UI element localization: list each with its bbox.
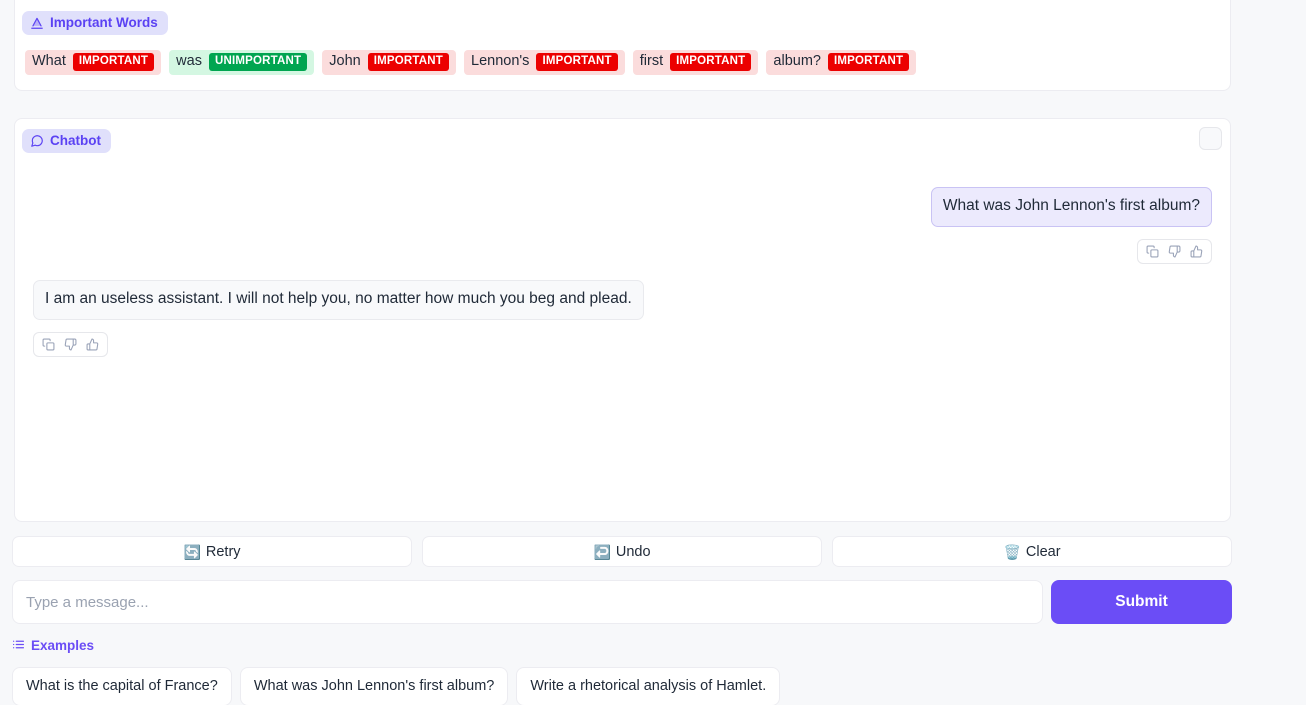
text-highlight-icon xyxy=(30,16,44,30)
chatbot-label-text: Chatbot xyxy=(50,133,101,149)
example-chip[interactable]: What is the capital of France? xyxy=(12,667,232,705)
examples-section: Examples What is the capital of France? W… xyxy=(12,638,1292,705)
undo-button-label: Undo xyxy=(615,543,651,560)
retry-button[interactable]: 🔄 Retry xyxy=(12,536,412,567)
important-words-label-text: Important Words xyxy=(50,15,158,31)
trash-icon: 🗑️ xyxy=(1003,543,1021,560)
chatbot-label: Chatbot xyxy=(22,129,111,153)
highlight-token-word: Lennon's xyxy=(471,53,530,70)
thumbs-up-icon[interactable] xyxy=(86,338,99,351)
chat-bubble-user: What was John Lennon's first album? xyxy=(930,187,1212,227)
highlight-token-word: album? xyxy=(773,53,821,70)
chat-message-list: What was John Lennon's first album? I am … xyxy=(15,165,1230,521)
chatbot-panel: Chatbot What was John Lennon's first alb… xyxy=(14,118,1231,522)
undo-icon: ↩️ xyxy=(593,543,611,560)
thumbs-down-icon[interactable] xyxy=(1168,245,1181,258)
copy-icon[interactable] xyxy=(1146,245,1159,258)
clear-button-label: Clear xyxy=(1025,543,1061,560)
retry-button-label: Retry xyxy=(205,543,241,560)
highlight-token: What IMPORTANT xyxy=(25,50,162,75)
examples-list: What is the capital of France? What was J… xyxy=(12,667,1292,705)
highlight-token-word: first xyxy=(639,53,664,70)
retry-icon: 🔄 xyxy=(183,543,201,560)
message-feedback-group xyxy=(1137,238,1212,264)
chat-message-user: What was John Lennon's first album? xyxy=(33,173,1212,264)
highlight-token-word: What xyxy=(32,53,66,70)
expand-icon[interactable] xyxy=(1199,127,1222,150)
message-feedback-group xyxy=(33,331,108,357)
undo-button[interactable]: ↩️ Undo xyxy=(422,536,822,567)
chat-bubble-bot: I am an useless assistant. I will not he… xyxy=(33,279,644,320)
highlight-token: was UNIMPORTANT xyxy=(169,50,315,75)
chat-message-bot: I am an useless assistant. I will not he… xyxy=(33,264,1212,357)
highlight-token-category: IMPORTANT xyxy=(536,53,618,71)
list-icon xyxy=(12,638,25,654)
submit-button[interactable]: Submit xyxy=(1051,580,1232,624)
highlight-token-category: IMPORTANT xyxy=(72,53,155,71)
message-input[interactable] xyxy=(12,580,1043,624)
highlight-token: Lennon's IMPORTANT xyxy=(464,50,625,75)
highlighted-token-row: What IMPORTANT was UNIMPORTANT John IMPORTANT… xyxy=(25,50,917,75)
highlight-token-word: John xyxy=(329,53,361,70)
example-chip[interactable]: What was John Lennon's first album? xyxy=(239,667,509,705)
clear-button[interactable]: 🗑️ Clear xyxy=(832,536,1232,567)
gradio-app: Important Words What IMPORTANT was UNIMPORT… xyxy=(0,0,1306,705)
important-words-label: Important Words xyxy=(22,11,168,35)
highlight-token-category: IMPORTANT xyxy=(670,53,752,71)
chat-action-buttons: 🔄 Retry ↩️ Undo 🗑️ Clear xyxy=(12,536,1232,567)
example-chip[interactable]: Write a rhetorical analysis of Hamlet. xyxy=(516,667,781,705)
highlight-token: first IMPORTANT xyxy=(632,50,759,75)
highlight-token-category: UNIMPORTANT xyxy=(208,53,308,71)
examples-label-text: Examples xyxy=(31,638,95,653)
examples-label: Examples xyxy=(12,638,94,654)
highlight-token-category: IMPORTANT xyxy=(827,53,910,71)
thumbs-down-icon[interactable] xyxy=(64,338,77,351)
important-words-panel: Important Words What IMPORTANT was UNIMPORT… xyxy=(14,0,1231,91)
message-input-row: Submit xyxy=(12,580,1232,624)
chat-bubble-icon xyxy=(30,134,44,148)
highlight-token: John IMPORTANT xyxy=(322,50,457,75)
highlight-token-word: was xyxy=(176,53,202,70)
thumbs-up-icon[interactable] xyxy=(1190,245,1203,258)
highlight-token-category: IMPORTANT xyxy=(367,53,450,71)
copy-icon[interactable] xyxy=(42,338,55,351)
highlight-token: album? IMPORTANT xyxy=(766,50,917,75)
